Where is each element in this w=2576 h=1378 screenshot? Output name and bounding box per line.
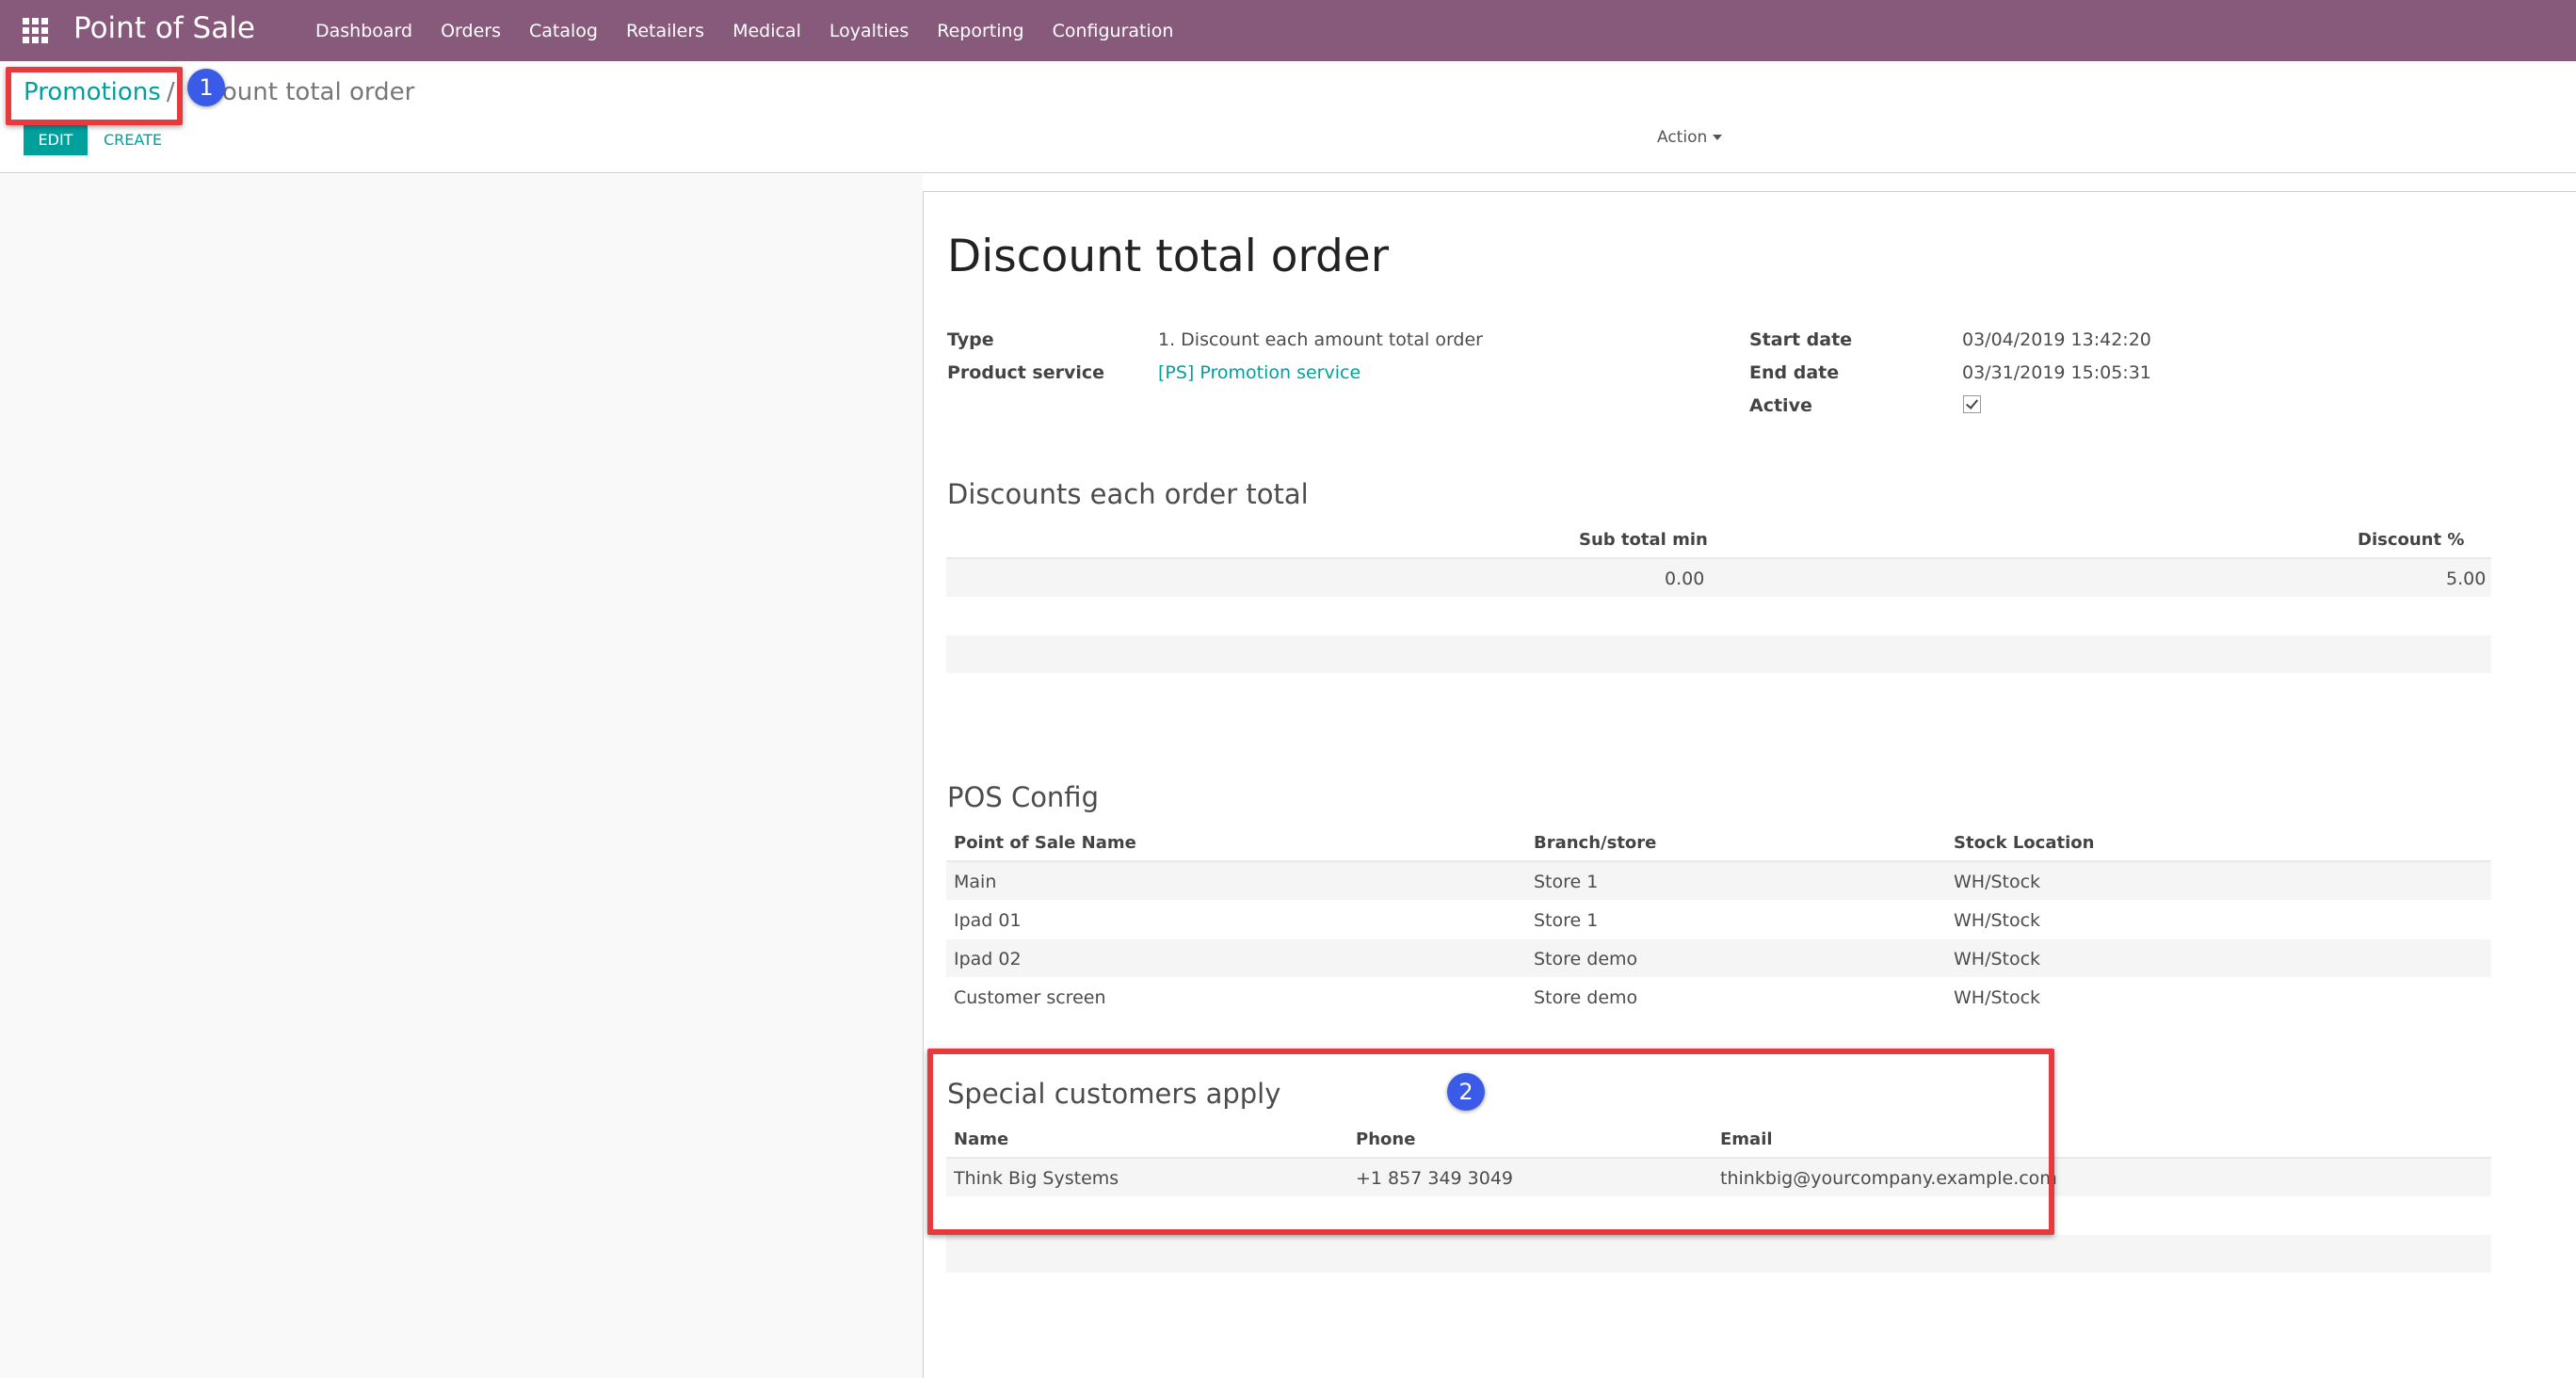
pos-name-cell: Ipad 02 — [954, 949, 1022, 969]
annotation-box-special-customers — [927, 1049, 2054, 1235]
column-header-sub-total-min[interactable]: Sub total min — [1579, 530, 1708, 550]
start-date-label: Start date — [1749, 329, 1853, 350]
app-title[interactable]: Point of Sale — [73, 11, 255, 45]
create-button[interactable]: CREATE — [104, 123, 162, 155]
table-row[interactable] — [946, 978, 2491, 1016]
empty-row — [946, 1235, 2491, 1273]
left-background — [0, 174, 923, 1378]
stock-location-cell: WH/Stock — [1954, 910, 2041, 931]
record-title: Discount total order — [947, 231, 1390, 282]
annotation-box-promotions — [6, 67, 183, 125]
product-service-label: Product service — [947, 362, 1105, 383]
table-row[interactable] — [946, 901, 2491, 938]
breadcrumb-current: count total order — [208, 78, 415, 106]
branch-store-cell: Store demo — [1534, 949, 1638, 969]
pos-name-cell: Ipad 01 — [954, 910, 1022, 931]
annotation-badge-2: 2 — [1447, 1073, 1485, 1111]
branch-store-cell: Store demo — [1534, 987, 1638, 1008]
active-label: Active — [1749, 395, 1812, 416]
branch-store-cell: Store 1 — [1534, 910, 1599, 931]
table-row[interactable] — [946, 939, 2491, 977]
type-value: 1. Discount each amount total order — [1158, 329, 1483, 350]
pos-config-section-title: POS Config — [947, 781, 1099, 813]
menu-item-dashboard[interactable]: Dashboard — [315, 21, 412, 41]
menu-item-reporting[interactable]: Reporting — [937, 21, 1023, 41]
action-dropdown[interactable]: Action — [1657, 123, 1723, 152]
annotation-badge-1: 1 — [187, 69, 225, 106]
sub-total-min-cell: 0.00 — [1665, 569, 1705, 589]
top-navbar: Point of Sale Dashboard Orders Catalog R… — [0, 0, 2576, 61]
branch-store-cell: Store 1 — [1534, 872, 1599, 892]
discounts-section-title: Discounts each order total — [947, 478, 1309, 510]
action-label: Action — [1657, 128, 1708, 147]
main-menu: Dashboard Orders Catalog Retailers Medic… — [315, 0, 1201, 61]
start-date-value: 03/04/2019 13:42:20 — [1962, 329, 2151, 350]
pos-name-cell: Customer screen — [954, 987, 1106, 1008]
menu-item-retailers[interactable]: Retailers — [626, 21, 704, 41]
table-row[interactable] — [946, 559, 2491, 597]
column-header-discount-percent[interactable]: Discount % — [2358, 530, 2464, 550]
active-checkbox[interactable] — [1963, 395, 1981, 413]
caret-down-icon — [1713, 135, 1723, 140]
column-header-pos-name[interactable]: Point of Sale Name — [954, 833, 1136, 853]
menu-item-orders[interactable]: Orders — [441, 21, 501, 41]
edit-button[interactable]: EDIT — [24, 123, 88, 155]
end-date-value: 03/31/2019 15:05:31 — [1962, 362, 2151, 383]
product-service-link[interactable]: [PS] Promotion service — [1158, 362, 1360, 383]
end-date-label: End date — [1749, 362, 1840, 383]
column-header-branch-store[interactable]: Branch/store — [1534, 833, 1656, 853]
menu-item-loyalties[interactable]: Loyalties — [829, 21, 909, 41]
empty-row — [946, 635, 2491, 673]
menu-item-configuration[interactable]: Configuration — [1053, 21, 1174, 41]
stock-location-cell: WH/Stock — [1954, 987, 2041, 1008]
column-header-stock-location[interactable]: Stock Location — [1954, 833, 2094, 853]
pos-name-cell: Main — [954, 872, 997, 892]
discount-percent-cell: 5.00 — [2446, 569, 2487, 589]
control-panel: Promotions / count total order EDIT CREATE… — [0, 61, 2576, 173]
stock-location-cell: WH/Stock — [1954, 872, 2041, 892]
menu-item-medical[interactable]: Medical — [733, 21, 801, 41]
table-row[interactable] — [946, 862, 2491, 900]
type-label: Type — [947, 329, 994, 350]
menu-item-catalog[interactable]: Catalog — [529, 21, 598, 41]
apps-grid-icon[interactable] — [23, 18, 49, 43]
stock-location-cell: WH/Stock — [1954, 949, 2041, 969]
